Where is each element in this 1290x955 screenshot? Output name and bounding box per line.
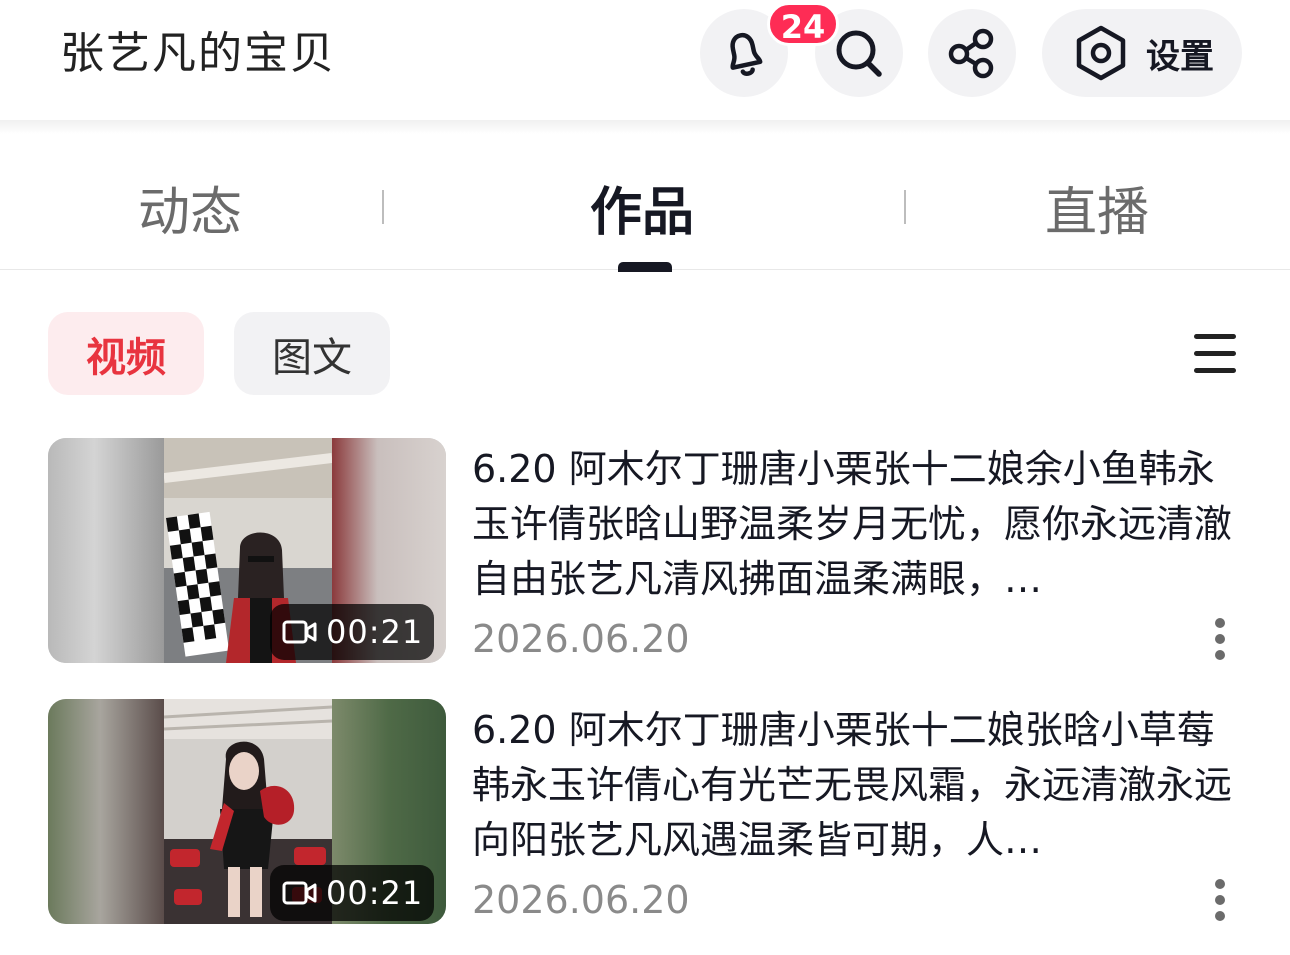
video-camera-icon	[282, 881, 317, 905]
tab-divider	[904, 190, 906, 224]
notification-badge: 24	[767, 2, 839, 46]
filter-video-chip[interactable]: 视频	[48, 312, 204, 395]
settings-label: 设置	[1146, 36, 1214, 77]
bell-icon	[730, 32, 763, 76]
settings-icon	[1076, 25, 1126, 81]
top-bar: 张艺凡的宝贝 24 设置	[0, 0, 1290, 120]
share-icon	[948, 28, 994, 79]
video-camera-icon	[282, 620, 317, 644]
post-description[interactable]: 6.20 阿木尔丁珊唐小栗张十二娘张晗小草莓韩永玉许倩心有光芒无畏风霜，永远清澈…	[472, 703, 1232, 868]
video-duration: 00:21	[270, 865, 434, 921]
tab-divider	[382, 190, 384, 224]
video-thumbnail[interactable]: 00:21	[48, 438, 446, 663]
filter-image-text-chip[interactable]: 图文	[234, 312, 390, 395]
post-description[interactable]: 6.20 阿木尔丁珊唐小栗张十二娘余小鱼韩永玉许倩张晗山野温柔岁月无忧，愿你永远…	[472, 442, 1232, 607]
tab-works[interactable]: 作品	[590, 178, 694, 248]
post-date: 2026.06.20	[472, 878, 690, 922]
tab-live[interactable]: 直播	[1045, 178, 1149, 248]
more-options-button[interactable]	[1208, 879, 1232, 923]
video-thumbnail[interactable]: 00:21	[48, 699, 446, 924]
more-dots-icon	[1215, 618, 1225, 628]
page-title: 张艺凡的宝贝	[60, 28, 336, 79]
duration-text: 00:21	[326, 613, 424, 651]
settings-button[interactable]: 设置	[1042, 9, 1242, 97]
search-icon	[836, 30, 882, 77]
more-dots-icon	[1215, 879, 1225, 889]
share-button[interactable]	[928, 9, 1016, 97]
video-duration: 00:21	[270, 604, 434, 660]
active-tab-indicator	[618, 262, 672, 272]
menu-icon	[1194, 334, 1236, 339]
profile-tabs: 动态 作品 直播	[0, 150, 1290, 272]
post-date: 2026.06.20	[472, 617, 690, 661]
more-options-button[interactable]	[1208, 618, 1232, 662]
list-item[interactable]: 00:21 6.20 阿木尔丁珊唐小栗张十二娘余小鱼韩永玉许倩张晗山野温柔岁月无…	[48, 438, 1248, 664]
list-item[interactable]: 00:21 6.20 阿木尔丁珊唐小栗张十二娘张晗小草莓韩永玉许倩心有光芒无畏风…	[48, 699, 1248, 925]
header-divider	[0, 120, 1290, 134]
duration-text: 00:21	[326, 874, 424, 912]
tab-dynamic[interactable]: 动态	[138, 178, 242, 248]
list-menu-button[interactable]	[1190, 330, 1240, 378]
